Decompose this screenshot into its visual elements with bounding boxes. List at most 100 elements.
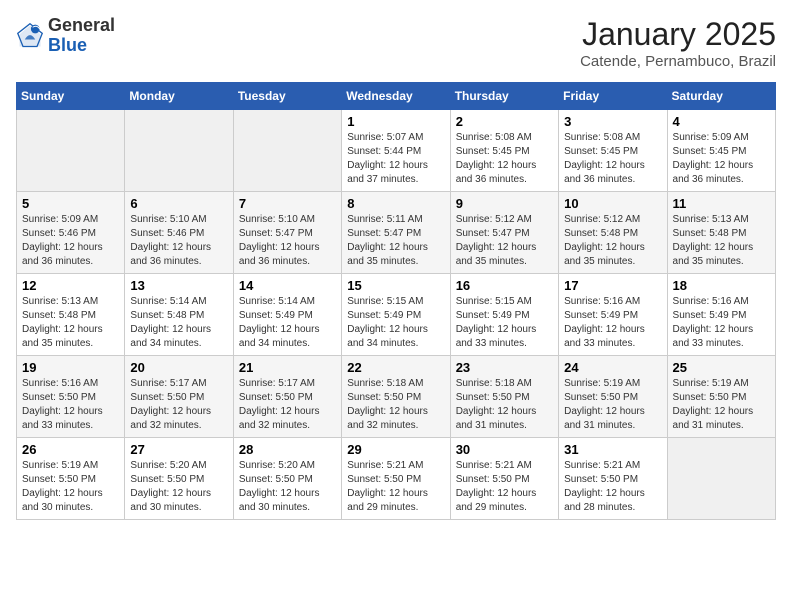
- calendar-cell: [233, 110, 341, 192]
- day-number: 25: [673, 360, 770, 375]
- calendar-cell: 18Sunrise: 5:16 AM Sunset: 5:49 PM Dayli…: [667, 274, 775, 356]
- weekday-header-wednesday: Wednesday: [342, 83, 450, 110]
- day-number: 4: [673, 114, 770, 129]
- day-number: 22: [347, 360, 444, 375]
- calendar-cell: [17, 110, 125, 192]
- calendar-cell: 7 Sunrise: 5:10 AM Sunset: 5:47 PM Daylig…: [233, 192, 341, 274]
- day-info: Sunrise: 5:12 AM Sunset: 5:47 PM Dayligh…: [456, 213, 553, 269]
- day-info: Sunrise: 5:16 AM Sunset: 5:50 PM Dayligh…: [22, 377, 119, 433]
- day-number: 12: [22, 278, 119, 293]
- day-number: 20: [130, 360, 227, 375]
- calendar-cell: 19Sunrise: 5:16 AM Sunset: 5:50 PM Dayli…: [17, 356, 125, 438]
- day-info: Sunrise: 5:10 AM Sunset: 5:46 PM Dayligh…: [130, 213, 227, 269]
- day-info: Sunrise: 5:19 AM Sunset: 5:50 PM Dayligh…: [564, 377, 661, 433]
- calendar-cell: 11 Sunrise: 5:13 AM Sunset: 5:48 PM Dayli…: [667, 192, 775, 274]
- calendar-cell: 31 Sunrise: 5:21 AM Sunset: 5:50 PM Dayli…: [559, 438, 667, 520]
- day-info: Sunrise: 5:18 AM Sunset: 5:50 PM Dayligh…: [456, 377, 553, 433]
- weekday-header-friday: Friday: [559, 83, 667, 110]
- weekday-header-tuesday: Tuesday: [233, 83, 341, 110]
- weekday-header-saturday: Saturday: [667, 83, 775, 110]
- calendar-cell: 15 Sunrise: 5:15 AM Sunset: 5:49 PM Dayli…: [342, 274, 450, 356]
- day-number: 14: [239, 278, 336, 293]
- day-info: Sunrise: 5:17 AM Sunset: 5:50 PM Dayligh…: [130, 377, 227, 433]
- day-info: Sunrise: 5:18 AM Sunset: 5:50 PM Dayligh…: [347, 377, 444, 433]
- day-number: 5: [22, 196, 119, 211]
- day-info: Sunrise: 5:15 AM Sunset: 5:49 PM Dayligh…: [347, 295, 444, 351]
- logo: General Blue: [16, 16, 115, 56]
- calendar-cell: 4 Sunrise: 5:09 AM Sunset: 5:45 PM Daylig…: [667, 110, 775, 192]
- day-info: Sunrise: 5:21 AM Sunset: 5:50 PM Dayligh…: [564, 459, 661, 515]
- page-header: General Blue January 2025 Catende, Perna…: [16, 16, 776, 70]
- day-number: 1: [347, 114, 444, 129]
- weekday-header-row: SundayMondayTuesdayWednesdayThursdayFrid…: [17, 83, 776, 110]
- calendar-cell: 22 Sunrise: 5:18 AM Sunset: 5:50 PM Dayli…: [342, 356, 450, 438]
- calendar-cell: 2 Sunrise: 5:08 AM Sunset: 5:45 PM Daylig…: [450, 110, 558, 192]
- title-block: January 2025 Catende, Pernambuco, Brazil: [580, 16, 776, 70]
- day-number: 3: [564, 114, 661, 129]
- day-info: Sunrise: 5:21 AM Sunset: 5:50 PM Dayligh…: [456, 459, 553, 515]
- calendar-cell: 20 Sunrise: 5:17 AM Sunset: 5:50 PM Dayli…: [125, 356, 233, 438]
- day-info: Sunrise: 5:13 AM Sunset: 5:48 PM Dayligh…: [673, 213, 770, 269]
- calendar-table: SundayMondayTuesdayWednesdayThursdayFrid…: [16, 82, 776, 520]
- day-info: Sunrise: 5:08 AM Sunset: 5:45 PM Dayligh…: [456, 131, 553, 187]
- day-number: 31: [564, 442, 661, 457]
- day-info: Sunrise: 5:16 AM Sunset: 5:49 PM Dayligh…: [673, 295, 770, 351]
- day-number: 21: [239, 360, 336, 375]
- day-number: 27: [130, 442, 227, 457]
- day-info: Sunrise: 5:14 AM Sunset: 5:49 PM Dayligh…: [239, 295, 336, 351]
- week-row-3: 12 Sunrise: 5:13 AM Sunset: 5:48 PM Dayli…: [17, 274, 776, 356]
- day-number: 28: [239, 442, 336, 457]
- day-number: 6: [130, 196, 227, 211]
- day-number: 29: [347, 442, 444, 457]
- logo-general-text: General: [48, 15, 115, 35]
- day-number: 15: [347, 278, 444, 293]
- day-info: Sunrise: 5:08 AM Sunset: 5:45 PM Dayligh…: [564, 131, 661, 187]
- week-row-4: 19Sunrise: 5:16 AM Sunset: 5:50 PM Dayli…: [17, 356, 776, 438]
- calendar-cell: 27 Sunrise: 5:20 AM Sunset: 5:50 PM Dayli…: [125, 438, 233, 520]
- day-number: 13: [130, 278, 227, 293]
- calendar-cell: 6 Sunrise: 5:10 AM Sunset: 5:46 PM Daylig…: [125, 192, 233, 274]
- day-number: 17: [564, 278, 661, 293]
- calendar-cell: 16Sunrise: 5:15 AM Sunset: 5:49 PM Dayli…: [450, 274, 558, 356]
- day-info: Sunrise: 5:07 AM Sunset: 5:44 PM Dayligh…: [347, 131, 444, 187]
- day-number: 26: [22, 442, 119, 457]
- calendar-cell: 17 Sunrise: 5:16 AM Sunset: 5:49 PM Dayli…: [559, 274, 667, 356]
- day-number: 24: [564, 360, 661, 375]
- day-number: 10: [564, 196, 661, 211]
- calendar-cell: 28Sunrise: 5:20 AM Sunset: 5:50 PM Dayli…: [233, 438, 341, 520]
- day-number: 7: [239, 196, 336, 211]
- calendar-cell: 12 Sunrise: 5:13 AM Sunset: 5:48 PM Dayli…: [17, 274, 125, 356]
- calendar-cell: 26Sunrise: 5:19 AM Sunset: 5:50 PM Dayli…: [17, 438, 125, 520]
- weekday-header-monday: Monday: [125, 83, 233, 110]
- day-number: 2: [456, 114, 553, 129]
- day-info: Sunrise: 5:09 AM Sunset: 5:46 PM Dayligh…: [22, 213, 119, 269]
- day-info: Sunrise: 5:13 AM Sunset: 5:48 PM Dayligh…: [22, 295, 119, 351]
- calendar-cell: 29 Sunrise: 5:21 AM Sunset: 5:50 PM Dayli…: [342, 438, 450, 520]
- month-title: January 2025: [580, 16, 776, 53]
- calendar-cell: 30 Sunrise: 5:21 AM Sunset: 5:50 PM Dayli…: [450, 438, 558, 520]
- day-info: Sunrise: 5:20 AM Sunset: 5:50 PM Dayligh…: [130, 459, 227, 515]
- logo-icon: [16, 22, 44, 50]
- day-info: Sunrise: 5:11 AM Sunset: 5:47 PM Dayligh…: [347, 213, 444, 269]
- day-number: 30: [456, 442, 553, 457]
- day-number: 23: [456, 360, 553, 375]
- day-info: Sunrise: 5:19 AM Sunset: 5:50 PM Dayligh…: [673, 377, 770, 433]
- week-row-1: 1 Sunrise: 5:07 AM Sunset: 5:44 PM Daylig…: [17, 110, 776, 192]
- calendar-cell: 8 Sunrise: 5:11 AM Sunset: 5:47 PM Daylig…: [342, 192, 450, 274]
- day-info: Sunrise: 5:09 AM Sunset: 5:45 PM Dayligh…: [673, 131, 770, 187]
- logo-text: General Blue: [48, 16, 115, 56]
- day-number: 8: [347, 196, 444, 211]
- day-info: Sunrise: 5:16 AM Sunset: 5:49 PM Dayligh…: [564, 295, 661, 351]
- day-info: Sunrise: 5:12 AM Sunset: 5:48 PM Dayligh…: [564, 213, 661, 269]
- day-number: 11: [673, 196, 770, 211]
- calendar-cell: 24 Sunrise: 5:19 AM Sunset: 5:50 PM Dayli…: [559, 356, 667, 438]
- day-info: Sunrise: 5:21 AM Sunset: 5:50 PM Dayligh…: [347, 459, 444, 515]
- calendar-cell: 3 Sunrise: 5:08 AM Sunset: 5:45 PM Daylig…: [559, 110, 667, 192]
- calendar-cell: 21Sunrise: 5:17 AM Sunset: 5:50 PM Dayli…: [233, 356, 341, 438]
- calendar-cell: 5 Sunrise: 5:09 AM Sunset: 5:46 PM Daylig…: [17, 192, 125, 274]
- day-info: Sunrise: 5:10 AM Sunset: 5:47 PM Dayligh…: [239, 213, 336, 269]
- calendar-cell: 1 Sunrise: 5:07 AM Sunset: 5:44 PM Daylig…: [342, 110, 450, 192]
- calendar-cell: 23 Sunrise: 5:18 AM Sunset: 5:50 PM Dayli…: [450, 356, 558, 438]
- location-subtitle: Catende, Pernambuco, Brazil: [580, 53, 776, 70]
- week-row-2: 5 Sunrise: 5:09 AM Sunset: 5:46 PM Daylig…: [17, 192, 776, 274]
